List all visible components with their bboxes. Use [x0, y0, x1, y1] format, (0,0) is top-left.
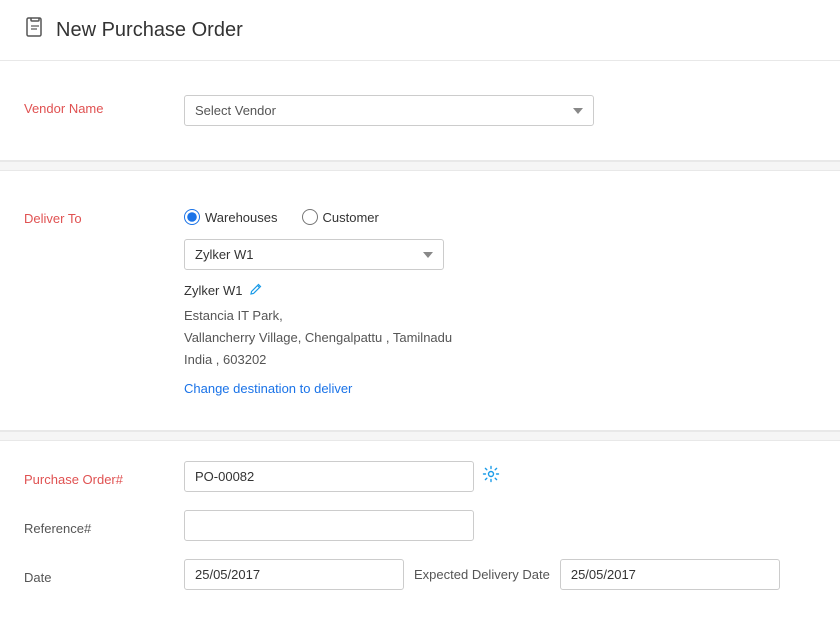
warehouse-select-wrap: Zylker W1	[184, 239, 816, 270]
deliver-control: Warehouses Customer Zylker W1 Zylker W1	[184, 205, 816, 396]
vendor-control: Select Vendor	[184, 95, 816, 126]
vendor-row: Vendor Name Select Vendor	[24, 81, 816, 140]
po-input-wrap: PO-00082	[184, 461, 500, 492]
vendor-section: Vendor Name Select Vendor	[0, 61, 840, 161]
expected-delivery-label: Expected Delivery Date	[404, 566, 560, 584]
po-row: Purchase Order# PO-00082	[24, 461, 816, 492]
address-line2: Vallancherry Village, Chengalpattu , Tam…	[184, 327, 816, 349]
gear-icon[interactable]	[482, 465, 500, 488]
radio-customer-label: Customer	[323, 210, 379, 225]
edit-icon[interactable]	[249, 282, 263, 299]
section-divider-1	[0, 161, 840, 171]
page-title: New Purchase Order	[56, 19, 243, 42]
deliver-row: Deliver To Warehouses Customer Zylker W1	[24, 191, 816, 410]
address-line3: India , 603202	[184, 349, 816, 371]
po-label: Purchase Order#	[24, 466, 184, 487]
date-label: Date	[24, 564, 184, 585]
reference-input[interactable]	[184, 510, 474, 541]
expected-delivery-input[interactable]: 25/05/2017	[560, 559, 780, 590]
warehouse-name-row: Zylker W1	[184, 282, 816, 299]
page-header: New Purchase Order	[0, 0, 840, 61]
radio-warehouses-label: Warehouses	[205, 210, 278, 225]
warehouse-name-text: Zylker W1	[184, 283, 243, 298]
vendor-select[interactable]: Select Vendor	[184, 95, 594, 126]
section-divider-2	[0, 431, 840, 441]
radio-warehouses-input[interactable]	[184, 209, 200, 225]
deliver-section: Deliver To Warehouses Customer Zylker W1	[0, 171, 840, 431]
vendor-label: Vendor Name	[24, 95, 184, 116]
radio-customer[interactable]: Customer	[302, 209, 379, 225]
date-input[interactable]: 25/05/2017	[184, 559, 404, 590]
radio-warehouses[interactable]: Warehouses	[184, 209, 278, 225]
purchase-order-icon	[24, 16, 46, 44]
deliver-label: Deliver To	[24, 205, 184, 226]
address-block: Estancia IT Park, Vallancherry Village, …	[184, 305, 816, 371]
address-line1: Estancia IT Park,	[184, 305, 816, 327]
deliver-radio-group: Warehouses Customer	[184, 205, 816, 225]
radio-customer-input[interactable]	[302, 209, 318, 225]
po-section: Purchase Order# PO-00082 Reference# Date…	[0, 441, 840, 610]
po-input[interactable]: PO-00082	[184, 461, 474, 492]
warehouse-select[interactable]: Zylker W1	[184, 239, 444, 270]
change-destination-link[interactable]: Change destination to deliver	[184, 381, 352, 396]
date-row: Date 25/05/2017 Expected Delivery Date 2…	[24, 559, 816, 590]
reference-label: Reference#	[24, 515, 184, 536]
reference-row: Reference#	[24, 510, 816, 541]
